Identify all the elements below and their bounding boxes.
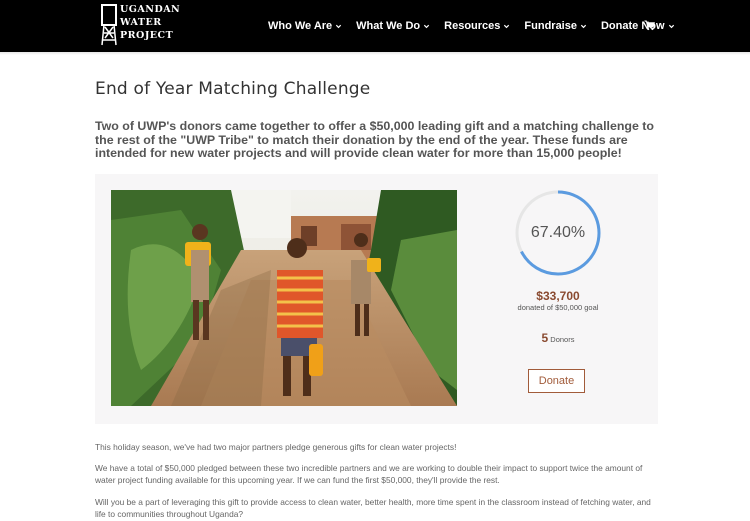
chevron-down-icon	[336, 24, 342, 28]
nav-label: Donate Now	[600, 20, 665, 32]
nav-label: Who We Are	[268, 20, 333, 32]
chevron-down-icon	[504, 24, 510, 28]
cart-icon[interactable]	[644, 20, 655, 31]
progress-percent: 67.40%	[530, 224, 586, 241]
chevron-down-icon	[580, 24, 587, 28]
nav-label: Fundraise	[524, 20, 577, 32]
goal-text: donated of $50,000 goal	[517, 303, 599, 312]
site-header: UGANDAN WATER PROJECT Who We Are What We…	[0, 0, 750, 52]
logo-line-1: UGANDAN	[120, 4, 181, 15]
body-paragraph-3: Will you be a part of leveraging this gi…	[95, 497, 651, 520]
body-paragraph-1: This holiday season, we've had two major…	[95, 442, 457, 452]
campaign-photo	[111, 190, 457, 406]
nav-who-we-are[interactable]: Who We Are	[268, 19, 342, 33]
logo-line-2: WATER	[120, 17, 162, 28]
nav-label: Resources	[444, 20, 501, 32]
nav-resources[interactable]: Resources	[444, 19, 510, 33]
nav-label: What We Do	[356, 20, 421, 32]
logo-line-3: PROJECT	[120, 30, 174, 41]
page-title: End of Year Matching Challenge	[95, 79, 371, 99]
donor-count-label: Donors	[550, 335, 575, 344]
main-nav: Who We Are What We Do Resources Fundrais…	[268, 19, 689, 33]
donate-button[interactable]: Donate	[528, 369, 585, 393]
chevron-down-icon	[424, 24, 430, 28]
amount-raised: $33,700	[536, 289, 580, 303]
donor-count: 5 Donors	[478, 331, 638, 345]
donor-count-number: 5	[541, 331, 549, 345]
chevron-down-icon	[668, 24, 674, 28]
water-tower-icon	[101, 4, 117, 46]
body-paragraph-2: We have a total of $50,000 pledged betwe…	[95, 463, 643, 486]
site-logo[interactable]: UGANDAN WATER PROJECT	[100, 2, 181, 48]
nav-donate-now[interactable]: Donate Now	[601, 19, 675, 33]
nav-what-we-do[interactable]: What We Do	[356, 19, 430, 33]
lead-paragraph: Two of UWP's donors came together to off…	[95, 119, 655, 160]
nav-fundraise[interactable]: Fundraise	[524, 19, 587, 33]
header-shadow	[0, 52, 750, 55]
logo-wordmark: UGANDAN WATER PROJECT	[120, 3, 181, 42]
